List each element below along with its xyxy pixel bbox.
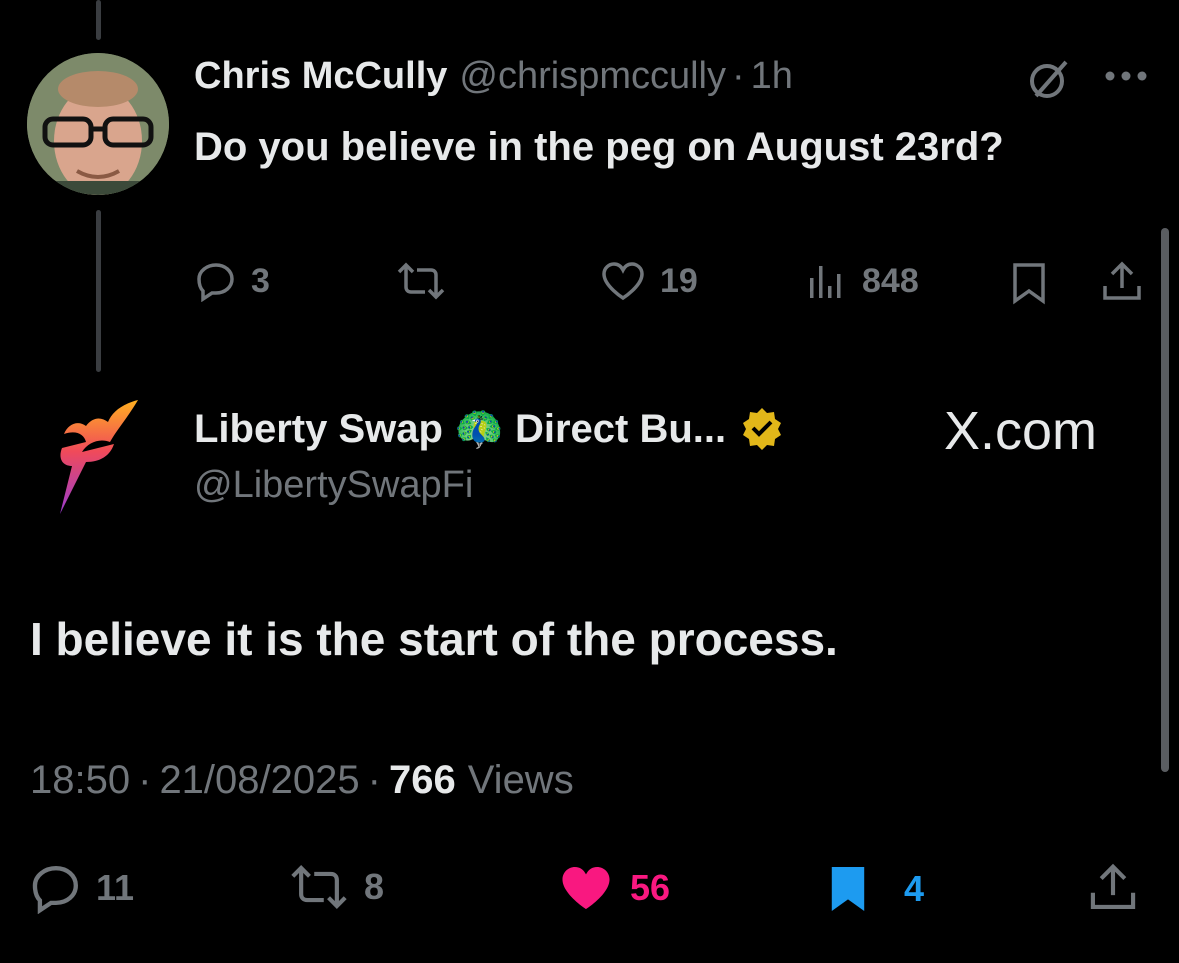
like-button[interactable]: 56 xyxy=(556,862,670,914)
repost-button[interactable] xyxy=(395,260,461,302)
repost-button[interactable]: 8 xyxy=(288,862,384,912)
timestamp[interactable]: 1h xyxy=(751,55,793,98)
verified-badge-icon xyxy=(740,406,784,450)
views-count: 848 xyxy=(862,261,919,300)
share-icon xyxy=(1090,863,1136,909)
source-label: X.com xyxy=(944,401,1098,461)
author-name[interactable]: Liberty Swap 🦚 Direct Bu... xyxy=(194,405,726,452)
like-button[interactable]: 19 xyxy=(600,260,698,302)
more-icon[interactable] xyxy=(1104,70,1148,82)
post-date[interactable]: 21/08/2025 xyxy=(159,758,359,803)
post-metadata: 18:50 · 21/08/2025 · 766 Views xyxy=(30,758,574,803)
separator: · xyxy=(367,758,381,802)
share-icon xyxy=(1103,261,1141,300)
like-count: 56 xyxy=(630,867,671,908)
share-button[interactable] xyxy=(1100,260,1144,304)
author-handle[interactable]: @LibertySwapFi xyxy=(194,464,473,507)
reply-button[interactable]: 11 xyxy=(30,862,134,914)
views-icon xyxy=(806,260,848,302)
bookmark-count: 4 xyxy=(904,868,925,909)
separator: · xyxy=(732,54,745,97)
reply-count: 11 xyxy=(96,867,135,908)
avatar[interactable] xyxy=(27,53,169,195)
reply-header: Liberty Swap 🦚 Direct Bu... xyxy=(194,404,784,452)
thread-line xyxy=(96,210,101,372)
repost-count: 8 xyxy=(364,866,385,907)
like-icon xyxy=(600,260,646,302)
views-label[interactable]: Views xyxy=(468,758,574,803)
reply-button[interactable]: 3 xyxy=(195,260,270,302)
like-count: 19 xyxy=(660,261,698,300)
reply-count: 3 xyxy=(251,261,270,300)
bookmark-button[interactable]: 4 xyxy=(826,862,924,916)
post-text: Do you believe in the peg on August 23rd… xyxy=(194,125,1004,169)
separator: · xyxy=(138,758,152,802)
author-name[interactable]: Chris McCully xyxy=(194,55,447,98)
parent-header: Chris McCully @chrispmccully · 1h xyxy=(194,52,793,100)
reply-icon xyxy=(30,862,82,914)
views-number: 766 xyxy=(388,758,456,802)
repost-icon xyxy=(395,260,447,302)
share-button[interactable] xyxy=(1086,862,1140,914)
reply-icon xyxy=(195,260,237,302)
repost-icon xyxy=(288,862,350,912)
views-button[interactable]: 848 xyxy=(806,260,919,302)
author-handle[interactable]: @chrispmccully xyxy=(459,55,726,98)
grok-icon[interactable] xyxy=(1026,56,1072,102)
bookmark-icon xyxy=(826,862,870,916)
thread-line-top xyxy=(96,0,101,40)
scrollbar[interactable] xyxy=(1161,228,1169,772)
liberty-swap-logo[interactable] xyxy=(52,392,144,521)
post-time[interactable]: 18:50 xyxy=(30,758,130,803)
like-icon xyxy=(556,862,616,914)
post-text: I believe it is the start of the process… xyxy=(30,613,838,665)
bookmark-button[interactable] xyxy=(1010,261,1048,305)
bookmark-icon xyxy=(1013,263,1045,305)
